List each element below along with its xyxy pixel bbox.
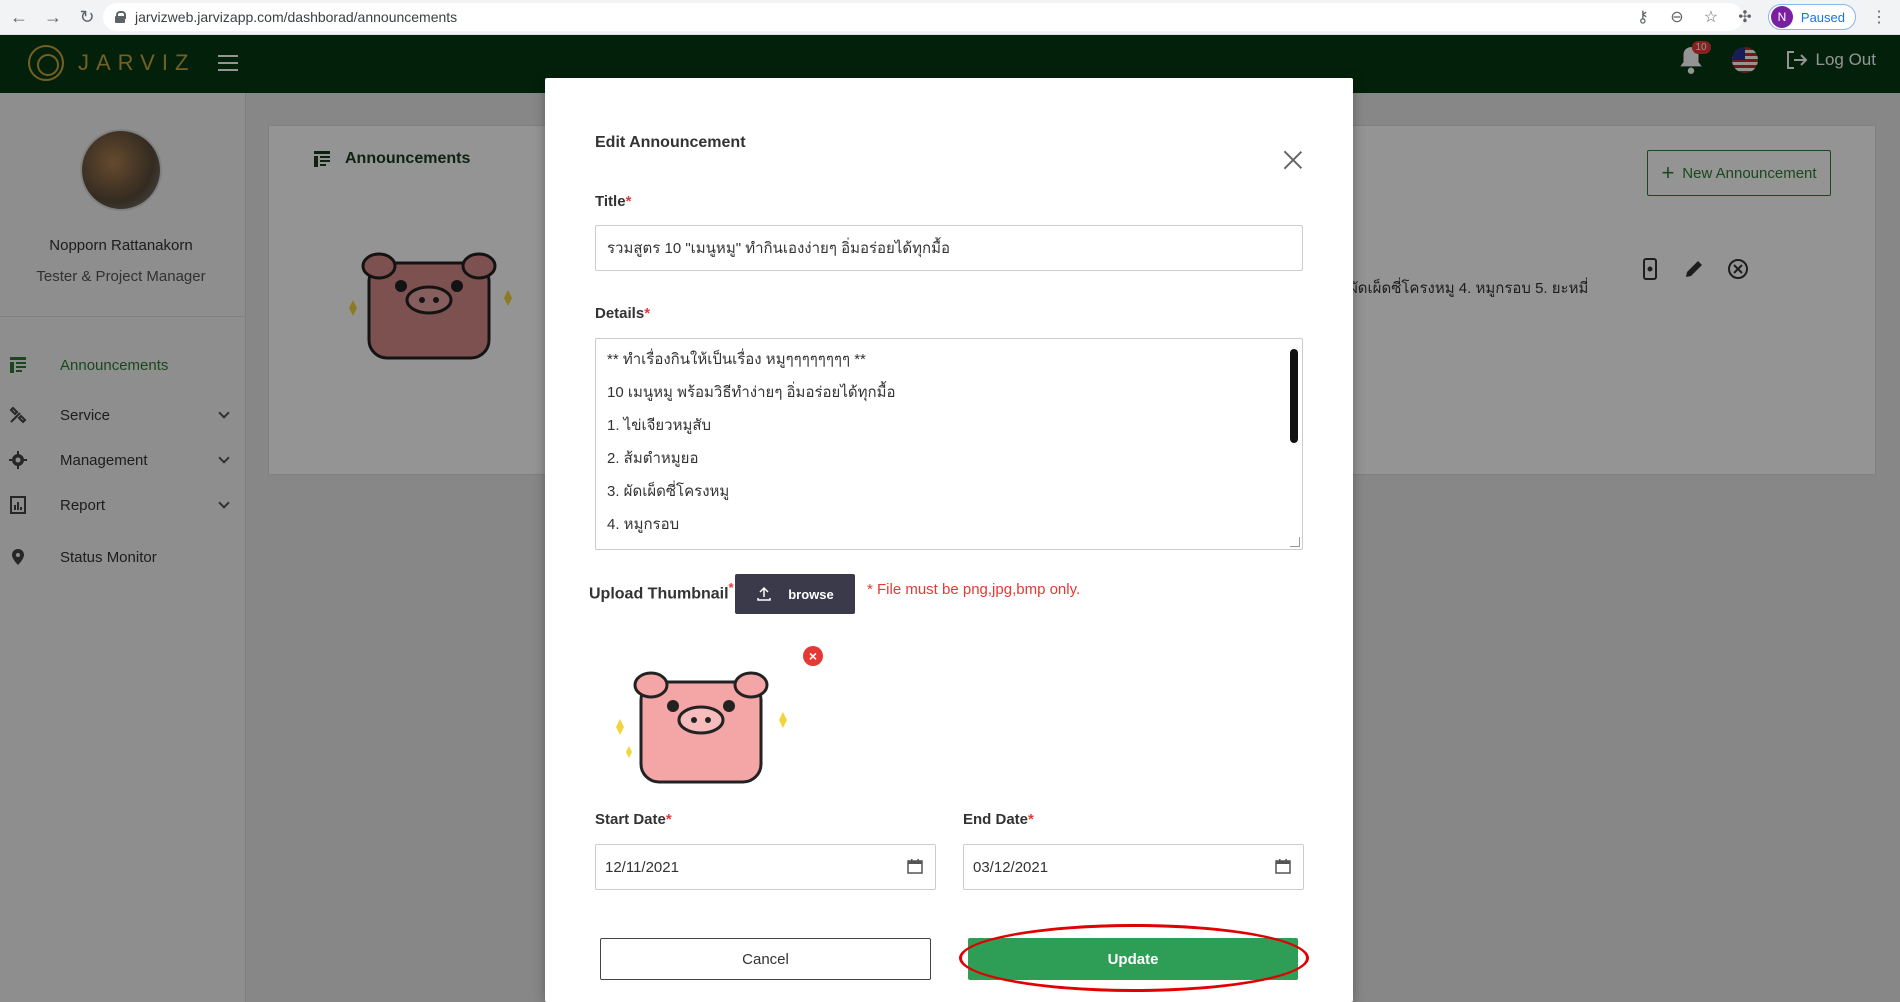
start-date-value: 12/11/2021 <box>605 858 679 876</box>
zoom-icon[interactable]: ⊖ <box>1666 6 1688 28</box>
details-line: 10 เมนูหมู พร้อมวิธีทำง่ายๆ อิ่มอร่อยได้… <box>607 384 896 401</box>
start-date-label: Start Date* <box>595 811 672 828</box>
back-arrow-icon[interactable]: ← <box>4 2 34 32</box>
upload-thumbnail-label: Upload Thumbnail* <box>589 580 734 603</box>
end-date-input[interactable]: 03/12/2021 <box>963 844 1304 890</box>
details-line: 4. หมูกรอบ <box>607 516 680 533</box>
cancel-button[interactable]: Cancel <box>600 938 931 980</box>
address-bar[interactable]: jarvizweb.jarvizapp.com/dashborad/announ… <box>103 3 1743 31</box>
start-date-input[interactable]: 12/11/2021 <box>595 844 936 890</box>
browse-button[interactable]: browse <box>735 574 855 614</box>
kebab-menu-icon[interactable]: ⋮ <box>1868 6 1890 28</box>
details-line: ** ทำเรื่องกินให้เป็นเรื่อง หมูๆๆๆๆๆๆๆๆ … <box>607 351 866 368</box>
annotation-highlight-ring <box>959 924 1309 992</box>
profile-status: Paused <box>1800 9 1845 25</box>
title-label: Title* <box>595 193 632 210</box>
lock-icon <box>115 11 126 23</box>
details-scrollbar[interactable] <box>1290 349 1298 443</box>
thumbnail-preview-image <box>616 671 787 784</box>
calendar-icon[interactable] <box>907 858 923 874</box>
key-icon[interactable]: ⚷ <box>1632 6 1654 28</box>
browser-toolbar: ← → ↻ jarvizweb.jarvizapp.com/dashborad/… <box>0 0 1900 35</box>
close-icon[interactable] <box>1283 150 1303 170</box>
edit-announcement-modal: Edit Announcement Title* รวมสูตร 10 "เมน… <box>545 78 1353 1002</box>
upload-icon <box>757 586 771 601</box>
browse-label: browse <box>788 586 834 602</box>
title-input[interactable]: รวมสูตร 10 "เมนูหมู" ทำกินเองง่ายๆ อิ่มอ… <box>595 225 1303 271</box>
details-line: 1. ไข่เจียวหมูสับ <box>607 417 712 434</box>
details-label: Details* <box>595 305 651 322</box>
end-date-label: End Date* <box>963 811 1034 828</box>
forward-arrow-icon[interactable]: → <box>38 2 68 32</box>
details-textarea[interactable]: ** ทำเรื่องกินให้เป็นเรื่อง หมูๆๆๆๆๆๆๆๆ … <box>595 338 1303 550</box>
profile-button[interactable]: N Paused <box>1767 4 1856 30</box>
calendar-icon[interactable] <box>1275 858 1291 874</box>
details-line: 3. ผัดเผ็ดซี่โครงหมู <box>607 483 730 500</box>
details-line: 2. ส้มตำหมูยอ <box>607 450 699 467</box>
resize-handle[interactable] <box>1290 537 1300 547</box>
remove-thumbnail-icon[interactable]: × <box>803 646 823 666</box>
end-date-value: 03/12/2021 <box>973 858 1049 876</box>
file-type-note: * File must be png,jpg,bmp only. <box>867 581 1081 598</box>
reload-icon[interactable]: ↻ <box>72 2 102 32</box>
profile-avatar: N <box>1770 6 1793 28</box>
puzzle-extension-icon[interactable]: ✣ <box>1734 6 1756 28</box>
star-icon[interactable]: ☆ <box>1700 6 1722 28</box>
url-text: jarvizweb.jarvizapp.com/dashborad/announ… <box>135 9 458 25</box>
modal-title: Edit Announcement <box>595 134 746 151</box>
